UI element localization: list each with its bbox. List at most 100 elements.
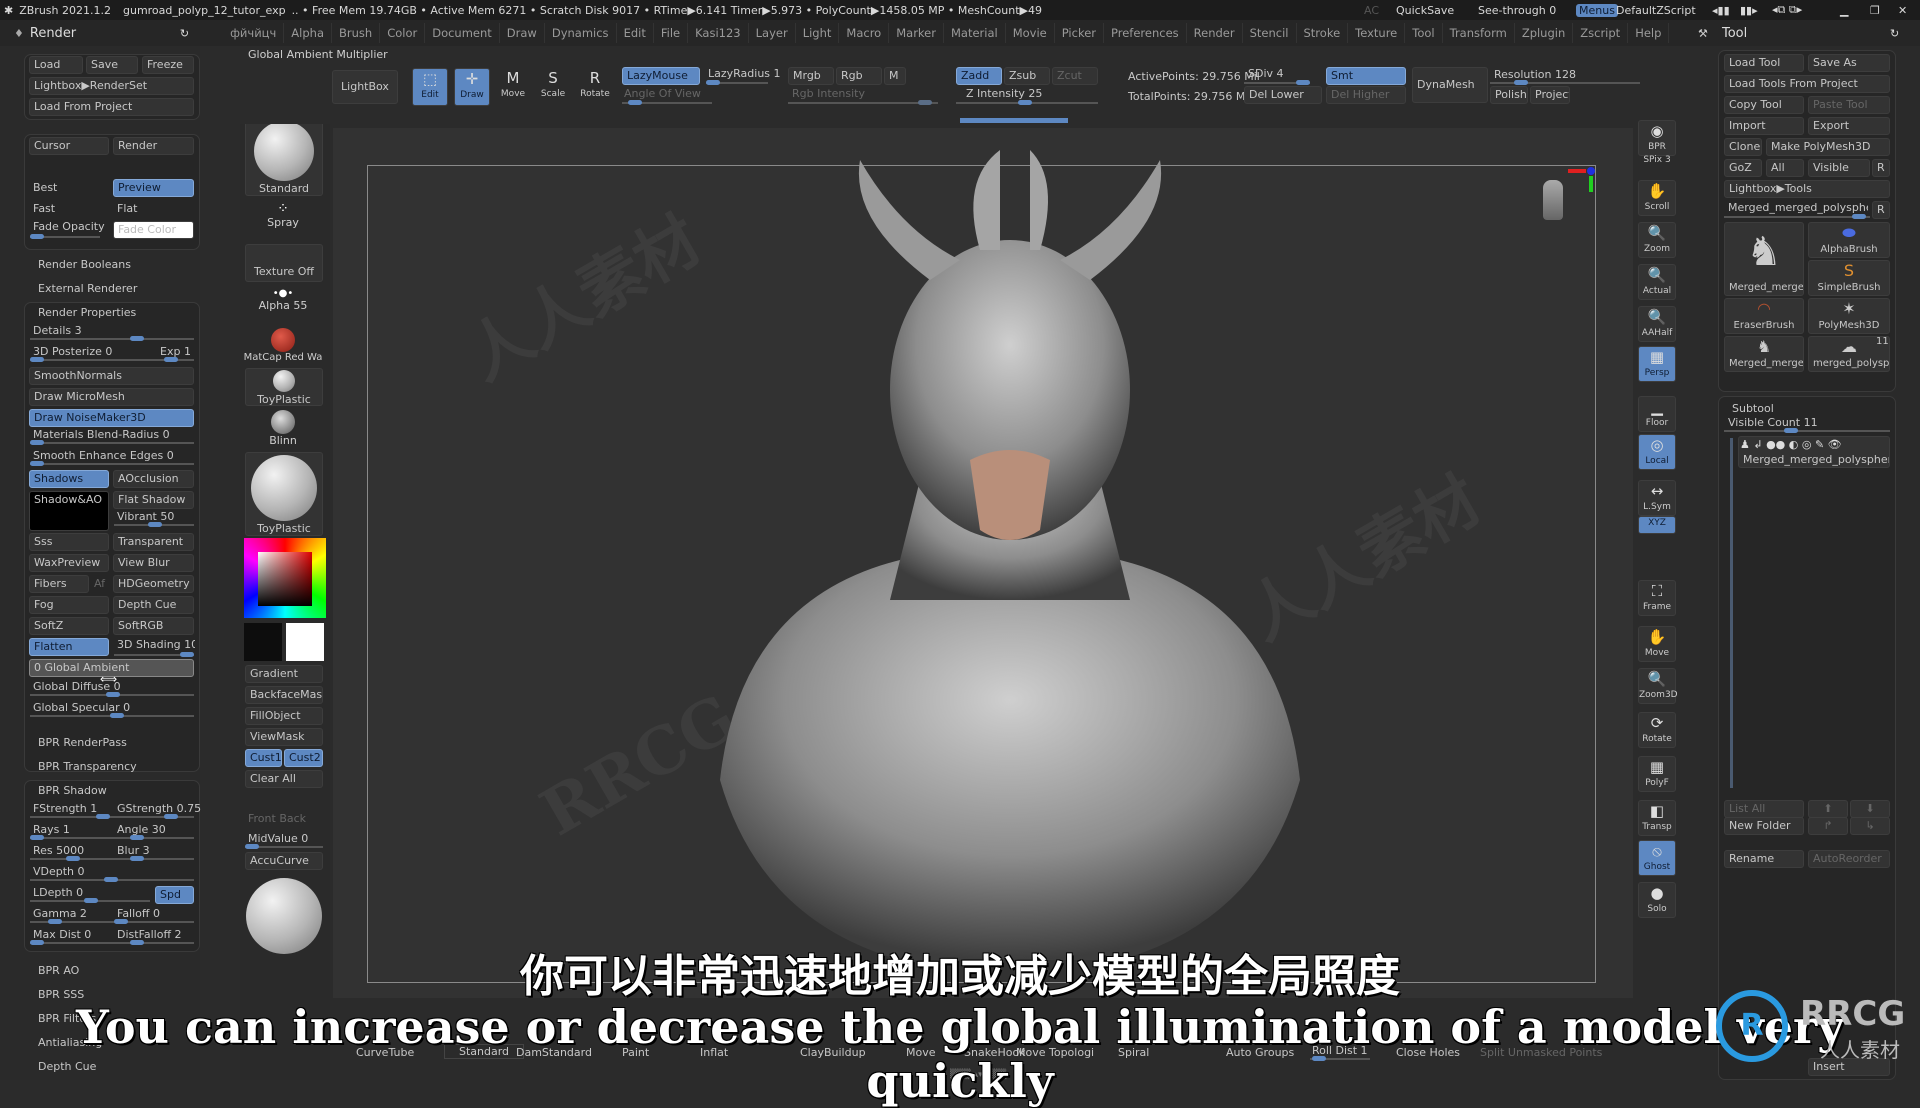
primary-color-swatch[interactable]: [286, 623, 324, 661]
render-button[interactable]: Render: [113, 137, 194, 155]
minimize-icon[interactable]: ▁: [1840, 4, 1848, 17]
sculpt-model[interactable]: [700, 140, 1320, 960]
right-shelf-rotate[interactable]: ⟳ Rotate: [1638, 712, 1676, 748]
list-all-button[interactable]: List All: [1724, 800, 1804, 818]
af-button[interactable]: Af: [94, 577, 105, 590]
blend-radius-slider[interactable]: Materials Blend-Radius 0: [33, 428, 170, 441]
sss-button[interactable]: Sss: [29, 533, 109, 551]
project-button[interactable]: Project: [1530, 86, 1570, 104]
del-higher-button[interactable]: Del Higher: [1326, 86, 1406, 104]
menu-draw[interactable]: Draw: [500, 23, 545, 43]
tool-thumb-eraserbrush[interactable]: ◠ EraserBrush: [1724, 298, 1804, 334]
subtool-visibility-icons[interactable]: ♟ ↲ ●● ◐ ◎ ✎ 👁: [1740, 438, 1842, 451]
axis-gizmo-icon[interactable]: [1587, 167, 1595, 175]
rgb-intensity-slider[interactable]: Rgb Intensity: [792, 87, 865, 100]
menu-material[interactable]: Material: [944, 23, 1006, 43]
ldepth-slider[interactable]: LDepth 0: [33, 886, 83, 899]
orientation-head-icon[interactable]: [1543, 180, 1563, 220]
right-shelf-zoom[interactable]: 🔍 Zoom: [1638, 222, 1676, 258]
close-icon[interactable]: ✕: [1898, 4, 1907, 17]
right-shelf-bpr[interactable]: ◉ BPR: [1638, 120, 1676, 156]
smt-button[interactable]: Smt: [1326, 67, 1406, 85]
details-slider[interactable]: Details 3: [33, 324, 82, 337]
menu-stencil[interactable]: Stencil: [1243, 23, 1297, 43]
quicksave-button[interactable]: QuickSave: [1396, 4, 1454, 17]
right-shelf-persp[interactable]: ▦ Persp: [1638, 346, 1676, 382]
resolution-slider[interactable]: Resolution 128: [1494, 68, 1576, 81]
flatten-button[interactable]: Flatten: [29, 638, 109, 656]
refresh-icon[interactable]: ↻: [180, 27, 189, 40]
cursor-button[interactable]: Cursor: [29, 137, 109, 155]
render-properties-header[interactable]: Render Properties: [38, 306, 136, 319]
waxpreview-button[interactable]: WaxPreview: [29, 554, 109, 572]
accucurve-button[interactable]: AccuCurve: [245, 852, 323, 870]
freeze-button[interactable]: Freeze: [142, 56, 194, 74]
menu-render[interactable]: Render: [1187, 23, 1243, 43]
right-shelf-move[interactable]: ✋ Move: [1638, 626, 1676, 662]
menu-document[interactable]: Document: [425, 23, 500, 43]
lazyradius-slider[interactable]: LazyRadius 1: [708, 67, 781, 80]
right-shelf-l-sym[interactable]: ↔ L.Sym: [1638, 480, 1676, 516]
menu-macro[interactable]: Macro: [839, 23, 890, 43]
new-folder-button[interactable]: New Folder: [1724, 817, 1804, 835]
alpha-selector[interactable]: •●• Alpha 55: [240, 288, 326, 312]
zadd-button[interactable]: Zadd: [956, 67, 1002, 85]
lazymouse-button[interactable]: LazyMouse: [622, 67, 700, 85]
right-shelf-scroll[interactable]: ✋ Scroll: [1638, 180, 1676, 216]
clone-button[interactable]: Clone: [1724, 138, 1762, 156]
bpr-shadow-header[interactable]: BPR Shadow: [38, 784, 107, 797]
lightbox-renderset-button[interactable]: Lightbox▶RenderSet: [29, 77, 194, 95]
goz-all-button[interactable]: All: [1766, 159, 1804, 177]
fibers-button[interactable]: Fibers: [29, 575, 89, 593]
load-tools-from-project-button[interactable]: Load Tools From Project: [1724, 75, 1890, 93]
posterize-slider[interactable]: 3D Posterize 0: [33, 345, 112, 358]
best-button[interactable]: Best: [33, 181, 57, 194]
flat-shadow-button[interactable]: Flat Shadow: [113, 491, 194, 509]
current-tool-slider[interactable]: Merged_merged_polysphe: [1728, 201, 1868, 214]
lightbox-tools-button[interactable]: Lightbox▶Tools: [1724, 180, 1890, 198]
menus-toggle[interactable]: Menus: [1576, 3, 1618, 17]
right-shelf-spix-3[interactable]: SPix 3: [1638, 154, 1676, 172]
right-shelf-frame[interactable]: ⛶ Frame: [1638, 580, 1676, 616]
brush-selector[interactable]: Standard: [245, 116, 323, 196]
restore-icon[interactable]: ❐: [1870, 4, 1880, 17]
del-lower-button[interactable]: Del Lower: [1244, 86, 1322, 104]
spd-button[interactable]: Spd: [155, 886, 194, 904]
draw-micromesh-button[interactable]: Draw MicroMesh: [29, 388, 194, 406]
m-button[interactable]: M: [884, 67, 906, 85]
edit-button[interactable]: ⬚ Edit: [412, 68, 448, 106]
right-shelf-local[interactable]: ◎ Local: [1638, 434, 1676, 470]
angle-of-view-slider[interactable]: Angle Of View: [624, 87, 701, 100]
import-button[interactable]: Import: [1724, 117, 1804, 135]
fast-button[interactable]: Fast: [33, 202, 55, 215]
lightbox-button[interactable]: LightBox: [332, 70, 398, 104]
zsub-button[interactable]: Zsub: [1004, 67, 1050, 85]
menu-kasi123[interactable]: Kasi123: [688, 23, 749, 43]
right-shelf-floor[interactable]: ▁ Floor: [1638, 396, 1676, 432]
vdepth-slider[interactable]: VDepth 0: [33, 865, 85, 878]
front-back-toggle[interactable]: Front Back: [248, 812, 306, 825]
hdgeometry-button[interactable]: HDGeometry: [113, 575, 194, 593]
color-picker[interactable]: [244, 538, 326, 618]
menu-marker[interactable]: Marker: [889, 23, 944, 43]
stroke-selector[interactable]: ⁘ Spray: [240, 202, 326, 229]
menu-stroke[interactable]: Stroke: [1297, 23, 1349, 43]
gradient-button[interactable]: Gradient: [245, 665, 323, 683]
polish-button[interactable]: Polish: [1490, 86, 1528, 104]
goz-r-button[interactable]: R: [1872, 159, 1890, 177]
cust2-button[interactable]: Cust2: [284, 749, 323, 767]
menu-alpha[interactable]: Alpha: [284, 23, 332, 43]
softrgb-button[interactable]: SoftRGB: [113, 617, 194, 635]
fade-opacity-slider[interactable]: Fade Opacity: [33, 220, 105, 233]
secondary-color-swatch[interactable]: [244, 623, 282, 661]
softz-button[interactable]: SoftZ: [29, 617, 109, 635]
viewmask-button[interactable]: ViewMask: [245, 728, 323, 746]
smooth-normals-button[interactable]: SmoothNormals: [29, 367, 194, 385]
external-renderer-header[interactable]: External Renderer: [38, 282, 137, 295]
right-shelf-xyz[interactable]: XYZ: [1638, 516, 1676, 534]
bpr-transparency-header[interactable]: BPR Transparency: [38, 760, 137, 773]
menu-brush[interactable]: Brush: [332, 23, 381, 43]
load-button[interactable]: Load: [29, 56, 83, 74]
tool-r-button[interactable]: R: [1872, 201, 1890, 219]
rename-button[interactable]: Rename: [1724, 850, 1804, 868]
